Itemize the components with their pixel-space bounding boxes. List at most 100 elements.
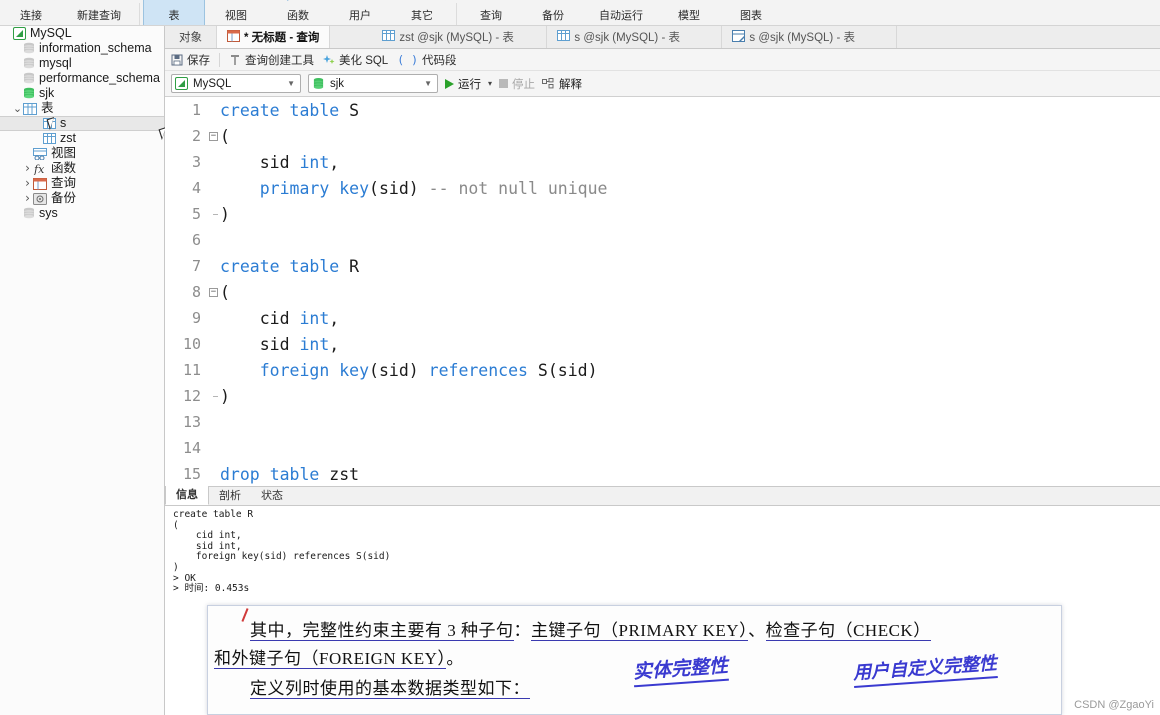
tab-2[interactable]: zst @sjk (MySQL) - 表 (372, 26, 548, 48)
tab-objects-label: 对象 (179, 32, 202, 44)
editor-line[interactable]: 13 (165, 409, 1160, 435)
editor-line[interactable]: 6 (165, 227, 1160, 253)
database-select[interactable]: sjk ▼ (308, 74, 438, 93)
code-text: create table R (220, 256, 360, 276)
tree-node-label: 查询 (51, 176, 77, 190)
ribbon-item-8[interactable]: 查询 (460, 0, 522, 25)
database-icon (23, 72, 35, 85)
ribbon-item-label: 备份 (542, 10, 564, 22)
tree-node-label: sys (39, 206, 58, 220)
ribbon-item-10[interactable]: 自动运行 (584, 0, 658, 25)
result-tabstrip[interactable]: 信息 剖析 状态 (165, 483, 1160, 505)
tree-node-视图[interactable]: 视图 (0, 146, 164, 161)
textbook-photo-overlay: 其中，完整性约束主要有 3 种子句：主键子句（PRIMARY KEY）、检查子句… (207, 605, 1062, 715)
tree-node-备份[interactable]: › 备份 (0, 191, 164, 206)
ribbon-item-1[interactable]: ▼ 连接 (0, 0, 62, 25)
textbook-photo-inner: 其中，完整性约束主要有 3 种子句：主键子句（PRIMARY KEY）、检查子句… (208, 606, 1061, 714)
editor-line[interactable]: 10 sid int, (165, 331, 1160, 357)
chevron-down-icon[interactable]: ▼ (442, 0, 449, 2)
tree-node-查询[interactable]: › 查询 (0, 176, 164, 191)
fold-marker[interactable]: − (207, 287, 220, 297)
tree-node-函数[interactable]: › fx 函数 (0, 161, 164, 176)
tab-3[interactable]: s @sjk (MySQL) - 表 (547, 26, 723, 48)
editor-line[interactable]: 11 foreign key(sid) references S(sid) (165, 357, 1160, 383)
code-text: cid int, (220, 308, 340, 328)
chevron-down-icon[interactable]: ⌄ (12, 101, 23, 116)
editor-line[interactable]: 7 create table R (165, 253, 1160, 279)
tree-node-label: mysql (39, 56, 72, 70)
editor-line[interactable]: 8−( (165, 279, 1160, 305)
other-icon (409, 0, 435, 6)
tree-node-mysql[interactable]: mysql (0, 56, 164, 71)
tree-node-sjk[interactable]: sjk (0, 86, 164, 101)
query-connection-bar[interactable]: MySQL ▼ sjk ▼ 运行 ▾ 停止 解释 (165, 71, 1160, 97)
editor-line[interactable]: 4 primary key(sid) -- not null unique (165, 175, 1160, 201)
explain-button[interactable]: 解释 (542, 76, 582, 92)
connection-value: MySQL (193, 77, 232, 90)
editor-line[interactable]: 9 cid int, (165, 305, 1160, 331)
ribbon-item-5[interactable]: fn 函数 (267, 0, 329, 25)
query-toolbar[interactable]: 保存 查询创建工具 美化 SQL ( ) 代码段 (165, 49, 1160, 71)
beautify-sql-button[interactable]: 美化 SQL (323, 52, 388, 68)
tree-node-zst[interactable]: zst (0, 131, 164, 146)
result-tab-1[interactable]: 信息 (165, 483, 209, 505)
run-dropdown-caret-icon[interactable]: ▾ (488, 79, 492, 88)
ribbon-item-2[interactable]: 新建查询 (62, 0, 136, 25)
connection-select[interactable]: MySQL ▼ (171, 74, 301, 93)
database-open-icon (23, 87, 35, 100)
editor-tabstrip[interactable]: 对象 * 无标题 - 查询 zst @sjk (MySQL) - 表 s @sjk (… (165, 26, 1160, 49)
editor-line[interactable]: 14 (165, 435, 1160, 461)
chevron-right-icon[interactable]: › (22, 191, 33, 206)
table-folder-icon (23, 102, 37, 115)
line-number: 3 (191, 153, 201, 171)
ribbon-item-label: 模型 (678, 10, 700, 22)
tree-node-表[interactable]: ⌄ 表 (0, 101, 164, 116)
code-text: ) (220, 386, 230, 406)
ribbon-item-4[interactable]: 视图 (205, 0, 267, 25)
tab-1[interactable]: * 无标题 - 查询 (217, 26, 331, 48)
editor-line[interactable]: 15 drop table zst (165, 461, 1160, 486)
ribbon-item-11[interactable]: 模型 (658, 0, 720, 25)
table-design-tab-icon (732, 29, 746, 45)
code-snippet-button[interactable]: ( ) 代码段 (397, 52, 456, 68)
code-snippet-label: 代码段 (422, 54, 457, 67)
tab-objects[interactable]: 对象 (165, 26, 217, 48)
ribbon-item-7[interactable]: ▼ 其它 (391, 0, 453, 25)
tree-node-sys[interactable]: sys (0, 206, 164, 221)
tree-node-performance_schema[interactable]: performance_schema (0, 71, 164, 86)
connection-tree-sidebar[interactable]: MySQL information_schema mysql performance_… (0, 26, 165, 715)
database-value: sjk (330, 77, 345, 90)
table-icon (43, 133, 56, 144)
tree-node-information_schema[interactable]: information_schema (0, 41, 164, 56)
tree-node-MySQL[interactable]: MySQL (0, 26, 164, 41)
result-tab-2[interactable]: 剖析 (209, 485, 251, 505)
sql-editor[interactable]: 1 create table S 2−(3 sid int, 4 primary ke… (165, 97, 1160, 486)
play-icon (445, 78, 454, 89)
tree-node-s[interactable]: s (0, 116, 164, 131)
result-tab-3[interactable]: 状态 (251, 485, 293, 505)
result-message-output: create table R ( cid int, sid int, forei… (165, 505, 1160, 605)
editor-line[interactable]: 2−( (165, 123, 1160, 149)
editor-line[interactable]: 1 create table S (165, 97, 1160, 123)
automation-icon (608, 0, 634, 6)
line-number: 7 (191, 257, 201, 275)
main-ribbon: ▼ 连接 新建查询 表 视图 fn 函数 用户 ▼ 其它 查询 备份 自动运行 模型 图表 (0, 0, 1160, 26)
fold-marker[interactable]: − (207, 131, 220, 141)
line-number: 4 (191, 179, 201, 197)
chevron-right-icon[interactable]: › (22, 161, 33, 176)
editor-line[interactable]: 3 sid int, (165, 149, 1160, 175)
run-button[interactable]: 运行 (445, 76, 481, 92)
chevron-down-icon[interactable]: ▼ (51, 0, 58, 2)
table-icon (43, 118, 56, 129)
code-text: ( (220, 126, 230, 146)
ribbon-item-9[interactable]: 备份 (522, 0, 584, 25)
editor-line[interactable]: 12) (165, 383, 1160, 409)
chevron-right-icon[interactable]: › (22, 176, 33, 191)
ribbon-item-6[interactable]: 用户 (329, 0, 391, 25)
ribbon-item-12[interactable]: 图表 (720, 0, 782, 25)
query-builder-button[interactable]: 查询创建工具 (229, 52, 314, 68)
save-button[interactable]: 保存 (171, 52, 210, 68)
editor-line[interactable]: 5) (165, 201, 1160, 227)
tab-4[interactable]: s @sjk (MySQL) - 表 (722, 26, 898, 48)
ribbon-item-3[interactable]: 表 (143, 0, 205, 25)
